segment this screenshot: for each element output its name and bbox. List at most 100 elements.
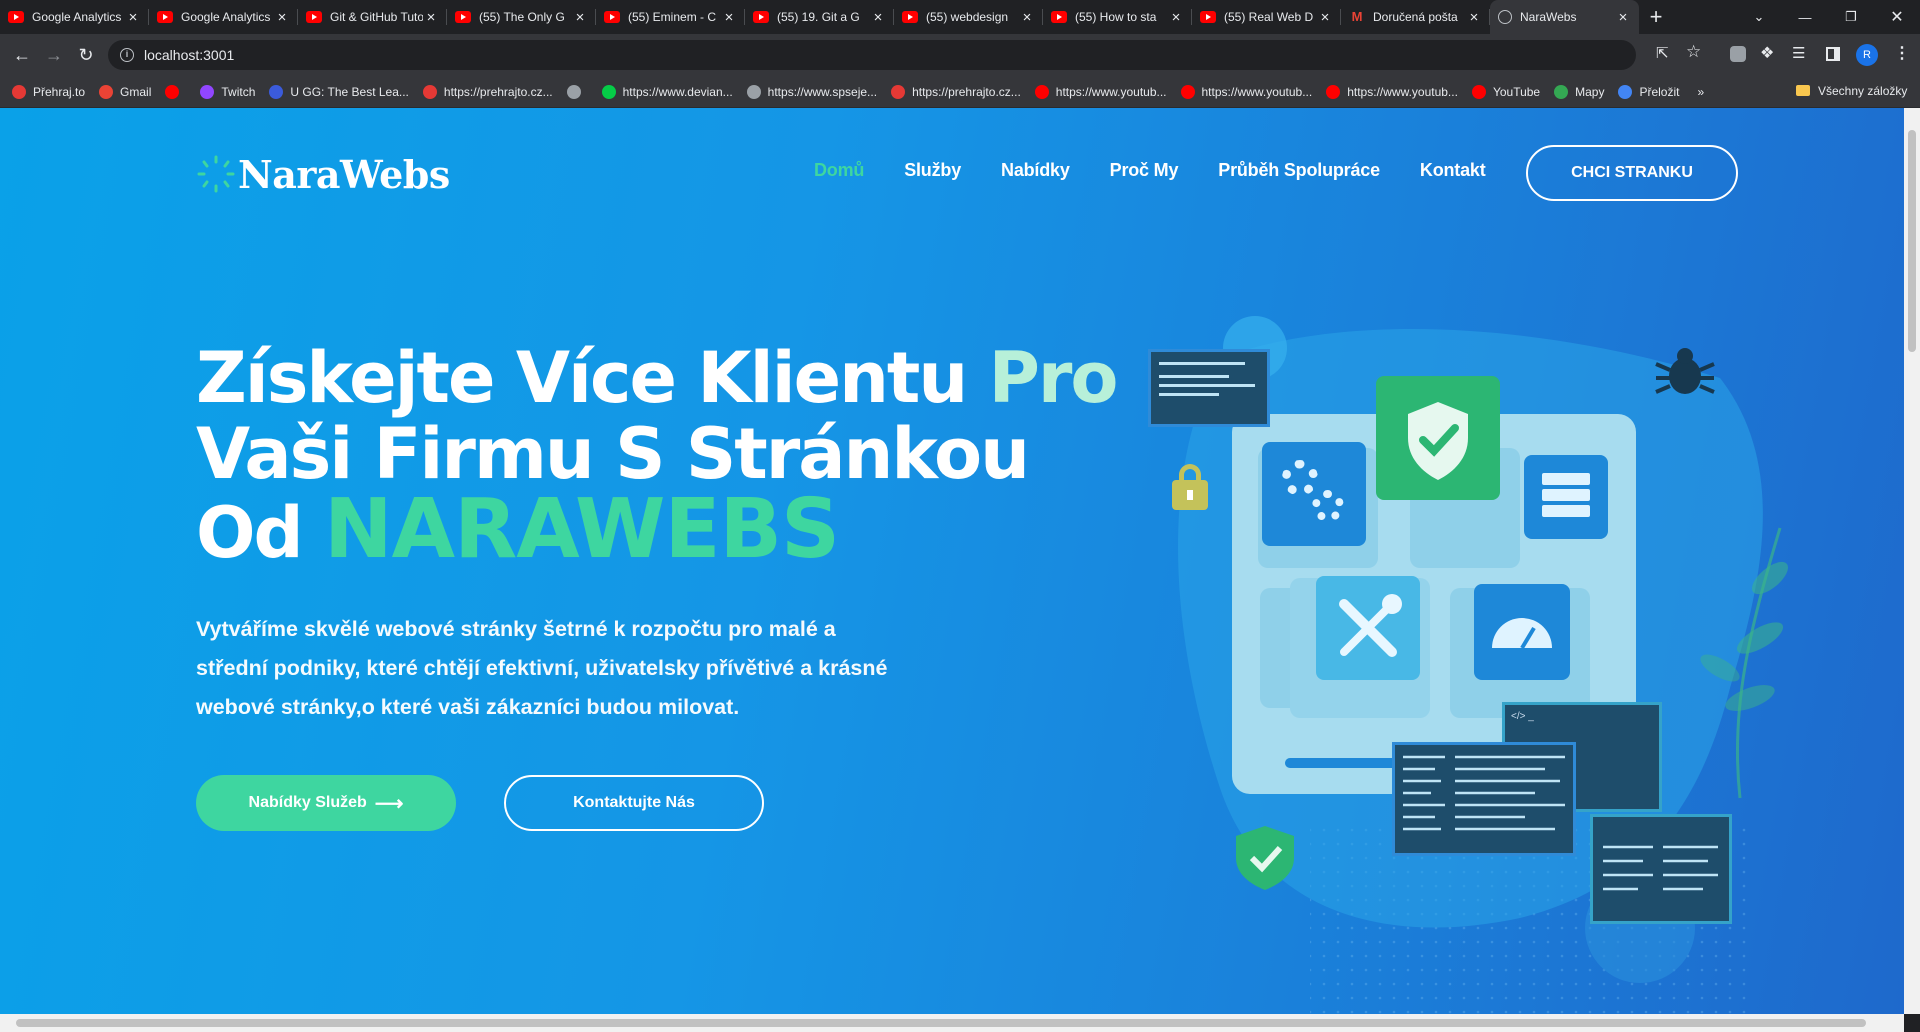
tab-close-icon[interactable]: × <box>721 9 737 26</box>
tab-close-icon[interactable]: × <box>572 9 588 26</box>
browser-tab[interactable]: (55) Real Web D × <box>1192 0 1341 34</box>
nav-link[interactable]: Služby <box>904 160 961 181</box>
bookmark-item[interactable]: https://www.devian... <box>601 84 733 99</box>
security-shield-icon <box>1376 376 1500 500</box>
bookmark-favicon-icon <box>891 84 906 99</box>
tab-close-icon[interactable]: × <box>423 9 439 26</box>
extension-icon[interactable] <box>1730 46 1746 62</box>
browser-tab[interactable]: M Doručená pošta × <box>1341 0 1490 34</box>
share-icon[interactable]: ⇱ <box>1656 44 1669 62</box>
close-window-button[interactable]: ✕ <box>1874 0 1920 34</box>
profile-avatar[interactable]: R <box>1856 44 1878 66</box>
bookmark-item[interactable]: https://www.spseje... <box>746 84 877 99</box>
tab-close-icon[interactable]: × <box>1168 9 1184 26</box>
browser-tab[interactable]: (55) How to sta × <box>1043 0 1192 34</box>
bookmark-item[interactable]: Gmail <box>99 84 151 99</box>
bookmark-label: YouTube <box>1492 84 1541 99</box>
horizontal-scrollbar[interactable] <box>0 1014 1904 1032</box>
youtube-icon <box>306 11 322 23</box>
minimize-button[interactable]: — <box>1782 0 1828 34</box>
youtube-icon <box>455 11 471 23</box>
bookmark-item[interactable]: U GG: The Best Lea... <box>269 84 409 99</box>
nav-link[interactable]: Průběh Spolupráce <box>1218 160 1380 181</box>
bookmark-item[interactable]: Mapy <box>1554 84 1605 99</box>
hero-title-line-1: Získejte Více Klientu Pro <box>196 337 1119 419</box>
bookmark-item[interactable]: https://prehrajto.cz... <box>422 84 553 99</box>
page-viewport: </> _ NaraWebs Domů Služby Nabídky Proč My P… <box>0 108 1904 1014</box>
browser-tab[interactable]: (55) The Only G × <box>447 0 596 34</box>
bookmark-item[interactable]: https://prehrajto.cz... <box>891 84 1021 99</box>
tab-title: (55) webdesign <box>926 10 1009 24</box>
hero-title-highlight: Pro <box>988 337 1119 419</box>
bookmarks-overflow-button[interactable]: » <box>1697 85 1704 99</box>
tab-close-icon[interactable]: × <box>125 9 141 26</box>
plant-leaves-decor <box>1700 527 1789 799</box>
browser-tab-strip: Google Analytics × Google Analytics × Git & … <box>0 0 1920 34</box>
bookmark-item[interactable]: https://www.youtub... <box>1034 84 1167 99</box>
bookmark-label: https://www.youtub... <box>1201 84 1313 99</box>
all-bookmarks-button[interactable]: Všechny záložky <box>1818 84 1907 98</box>
browser-tab[interactable]: (55) Eminem - C × <box>596 0 745 34</box>
site-info-icon[interactable]: i <box>120 48 134 62</box>
forward-button[interactable]: → <box>38 39 70 71</box>
bookmark-label: https://www.devian... <box>622 84 733 99</box>
tab-close-icon[interactable]: × <box>1019 9 1035 26</box>
nav-link[interactable]: Proč My <box>1110 160 1179 181</box>
browser-tab[interactable]: Google Analytics × <box>149 0 298 34</box>
nav-link[interactable]: Domů <box>814 160 864 181</box>
nav-link[interactable]: Nabídky <box>1001 160 1070 181</box>
terminal-window-icon <box>1148 349 1270 427</box>
new-tab-button[interactable]: + <box>1639 0 1673 34</box>
bookmark-label: Přehraj.to <box>33 84 86 99</box>
media-control-icon[interactable]: ☰ <box>1792 44 1805 62</box>
tab-close-icon[interactable]: × <box>870 9 886 26</box>
bookmark-item[interactable]: YouTube <box>1471 84 1541 99</box>
horizontal-scroll-thumb[interactable] <box>16 1019 1866 1027</box>
bookmark-label: Přeložit <box>1639 84 1680 99</box>
bookmark-item[interactable]: Přehraj.to <box>12 84 86 99</box>
nav-link[interactable]: Kontakt <box>1420 160 1486 181</box>
tab-title: Doručená pošta <box>1373 10 1458 24</box>
cta-button[interactable]: CHCI STRANKU <box>1526 145 1738 201</box>
tab-close-icon[interactable]: × <box>1317 9 1333 26</box>
tab-search-icon[interactable]: ⌄ <box>1736 0 1782 34</box>
contact-us-button[interactable]: Kontaktujte Nás <box>504 775 764 831</box>
browser-tab[interactable]: Google Analytics × <box>0 0 149 34</box>
bookmark-label: https://www.youtub... <box>1347 84 1458 99</box>
vertical-scrollbar[interactable] <box>1904 108 1920 1014</box>
browser-tab[interactable]: NaraWebs × <box>1490 0 1639 34</box>
browser-tab[interactable]: (55) webdesign × <box>894 0 1043 34</box>
browser-tab[interactable]: Git & GitHub Tutorial× <box>298 0 447 34</box>
address-bar[interactable]: i localhost:3001 <box>108 40 1636 70</box>
code-editor-icon <box>1392 742 1576 856</box>
site-logo[interactable]: NaraWebs <box>196 152 450 197</box>
speed-gauge-icon <box>1474 584 1570 680</box>
bookmark-item[interactable]: https://www.youtub... <box>1326 84 1458 99</box>
bookmark-label: Mapy <box>1575 84 1605 99</box>
vertical-scroll-thumb[interactable] <box>1908 130 1916 352</box>
bookmark-label: U GG: The Best Lea... <box>290 84 409 99</box>
hero-brand-highlight: NARAWEBS <box>323 482 840 577</box>
tab-close-icon[interactable]: × <box>1615 9 1631 26</box>
hero-title-part: Získejte Více Klientu <box>196 337 989 419</box>
bookmark-item[interactable]: https://www.youtub... <box>1180 84 1313 99</box>
bookmark-item[interactable]: Přeložit <box>1618 84 1680 99</box>
menu-kebab-icon[interactable]: ⋮ <box>1894 43 1910 63</box>
browser-tab[interactable]: (55) 19. Git a G × <box>745 0 894 34</box>
side-panel-icon[interactable] <box>1826 47 1840 61</box>
tab-close-icon[interactable]: × <box>274 9 290 26</box>
tab-close-icon[interactable]: × <box>1466 9 1482 26</box>
bookmark-star-icon[interactable]: ☆ <box>1686 42 1701 62</box>
services-offer-button[interactable]: Nabídky Služeb ⟶ <box>196 775 456 831</box>
url-text: localhost:3001 <box>144 47 235 63</box>
tab-title: Google Analytics <box>32 10 122 24</box>
bookmark-item[interactable]: Twitch <box>200 84 255 99</box>
restore-button[interactable]: ❐ <box>1828 0 1874 34</box>
logo-spinner-icon <box>196 154 236 194</box>
extensions-puzzle-icon[interactable]: ❖ <box>1760 43 1774 63</box>
bookmark-favicon-icon <box>165 84 180 99</box>
bookmark-item[interactable] <box>566 84 588 99</box>
back-button[interactable]: ← <box>6 39 38 71</box>
bookmark-item[interactable] <box>165 84 186 99</box>
reload-button[interactable]: ↻ <box>70 39 102 71</box>
